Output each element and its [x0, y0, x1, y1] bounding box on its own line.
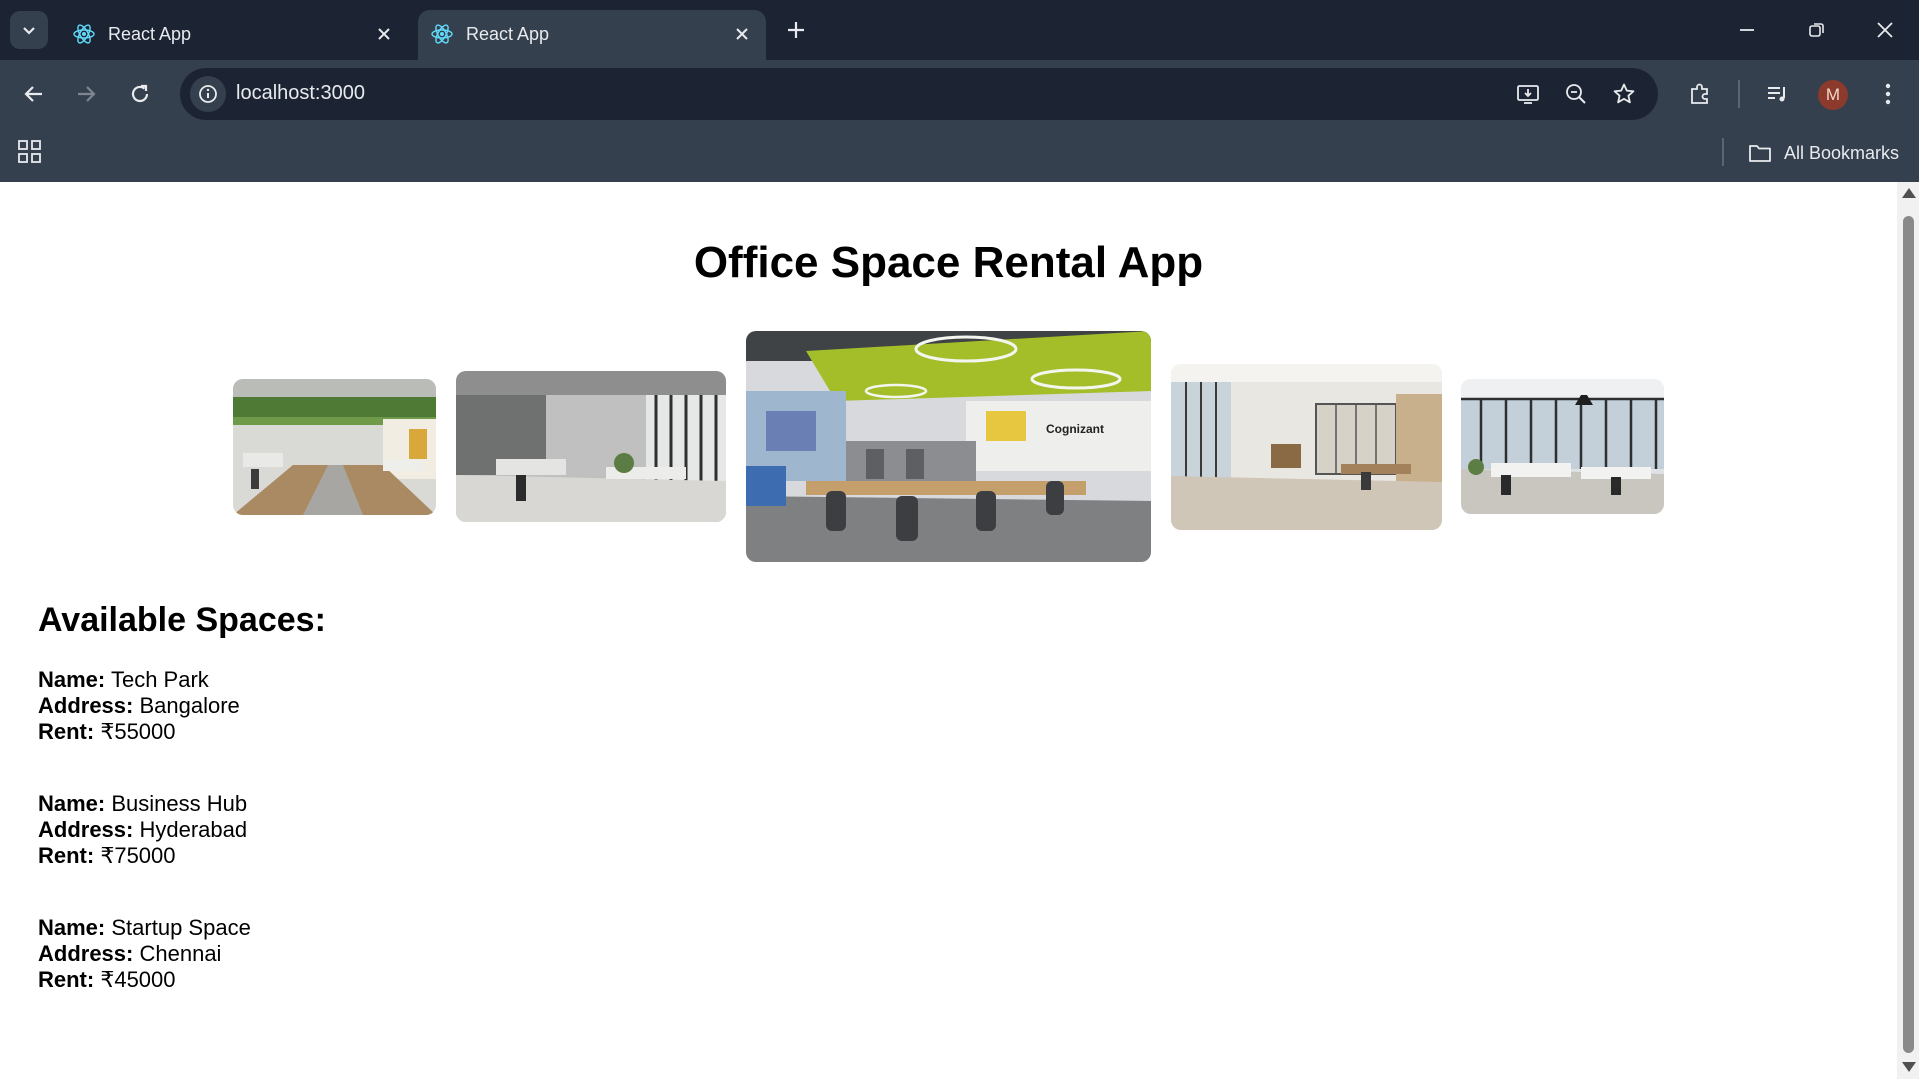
- close-window-button[interactable]: [1860, 10, 1910, 50]
- restore-button[interactable]: [1792, 10, 1842, 50]
- tab-search-button[interactable]: [10, 11, 48, 49]
- puzzle-icon: [1691, 83, 1708, 104]
- name-label: Name:: [38, 791, 106, 816]
- close-icon: [1877, 22, 1893, 38]
- media-controls-button[interactable]: [1760, 76, 1796, 112]
- star-icon: [1613, 83, 1635, 104]
- rent-label: Rent:: [38, 719, 95, 744]
- office-photo-1: [233, 379, 436, 515]
- tab-title: React App: [108, 24, 192, 44]
- zoom-button[interactable]: [1560, 78, 1592, 110]
- back-button[interactable]: [16, 76, 52, 112]
- all-bookmarks-button[interactable]: All Bookmarks: [1748, 138, 1899, 168]
- more-vertical-icon: [1885, 83, 1891, 105]
- info-icon: [199, 85, 217, 103]
- toolbar-separator: [1738, 80, 1740, 108]
- tab-react-app-1[interactable]: React App: [60, 10, 408, 60]
- media-queue-icon: [1768, 87, 1785, 102]
- install-icon: [1517, 85, 1539, 104]
- office-photo-3: Cognizant: [746, 331, 1151, 562]
- chevron-down-icon: [23, 27, 35, 35]
- install-app-button[interactable]: [1512, 78, 1544, 110]
- address-label: Address:: [38, 693, 134, 718]
- plus-icon: [788, 22, 804, 38]
- arrow-left-icon: [24, 86, 42, 102]
- profile-avatar[interactable]: M: [1818, 80, 1848, 110]
- scroll-up-arrow-icon[interactable]: [1902, 188, 1916, 198]
- office-sign-text: Cognizant: [1046, 422, 1104, 436]
- bookmarks-bar: [0, 128, 1919, 182]
- minimize-icon: [1740, 29, 1754, 31]
- space-address: Hyderabad: [139, 817, 248, 842]
- apps-grid-icon[interactable]: [16, 138, 44, 166]
- scrollbar-thumb[interactable]: [1903, 216, 1914, 1053]
- minimize-button[interactable]: [1722, 10, 1772, 50]
- office-photo-5: [1461, 379, 1664, 514]
- url-text[interactable]: localhost:3000: [236, 82, 365, 105]
- extensions-button[interactable]: [1682, 76, 1718, 112]
- restore-icon: [1809, 23, 1824, 37]
- reload-button[interactable]: [122, 76, 158, 112]
- office-photo-4: [1171, 364, 1442, 530]
- page-title: Office Space Rental App: [693, 238, 1204, 287]
- available-spaces-heading: Available Spaces:: [38, 601, 326, 639]
- all-bookmarks-label: All Bookmarks: [1784, 142, 1900, 163]
- space-rent: ₹75000: [100, 843, 176, 868]
- name-label: Name:: [38, 915, 106, 940]
- close-tab-icon[interactable]: [372, 22, 396, 46]
- space-rent: ₹55000: [100, 719, 176, 744]
- arrow-right-icon: [78, 86, 96, 102]
- tab-title: React App: [466, 24, 550, 44]
- space-address: Chennai: [139, 941, 222, 966]
- office-photo-2: [456, 371, 726, 522]
- tab-react-app-2[interactable]: React App: [418, 10, 766, 60]
- browser-chrome: React App React App localhost:3000 M All…: [0, 0, 1919, 182]
- site-info-button[interactable]: [190, 76, 226, 112]
- close-tab-icon[interactable]: [730, 22, 754, 46]
- space-card: Name: Business Hub Address: Hyderabad Re…: [38, 791, 247, 869]
- folder-icon: [1749, 145, 1771, 162]
- address-label: Address:: [38, 941, 134, 966]
- reload-icon: [131, 84, 149, 103]
- space-rent: ₹45000: [100, 967, 176, 992]
- space-name: Startup Space: [111, 915, 251, 940]
- address-label: Address:: [38, 817, 134, 842]
- bookmarks-separator: [1722, 138, 1724, 166]
- space-name: Tech Park: [110, 667, 209, 692]
- bookmark-star-button[interactable]: [1608, 78, 1640, 110]
- scroll-down-arrow-icon[interactable]: [1902, 1062, 1916, 1072]
- react-logo-icon: [73, 24, 95, 44]
- new-tab-button[interactable]: [780, 14, 812, 46]
- menu-button[interactable]: [1870, 76, 1906, 112]
- space-address: Bangalore: [139, 693, 240, 718]
- zoom-out-icon: [1566, 84, 1586, 104]
- rent-label: Rent:: [38, 843, 95, 868]
- forward-button[interactable]: [68, 76, 104, 112]
- react-logo-icon: [431, 24, 453, 44]
- space-card: Name: Startup Space Address: Chennai Ren…: [38, 915, 251, 993]
- address-bar[interactable]: localhost:3000: [180, 68, 1658, 120]
- space-name: Business Hub: [111, 791, 248, 816]
- space-card: Name: Tech Park Address: Bangalore Rent:…: [38, 667, 240, 745]
- name-label: Name:: [38, 667, 106, 692]
- rent-label: Rent:: [38, 967, 95, 992]
